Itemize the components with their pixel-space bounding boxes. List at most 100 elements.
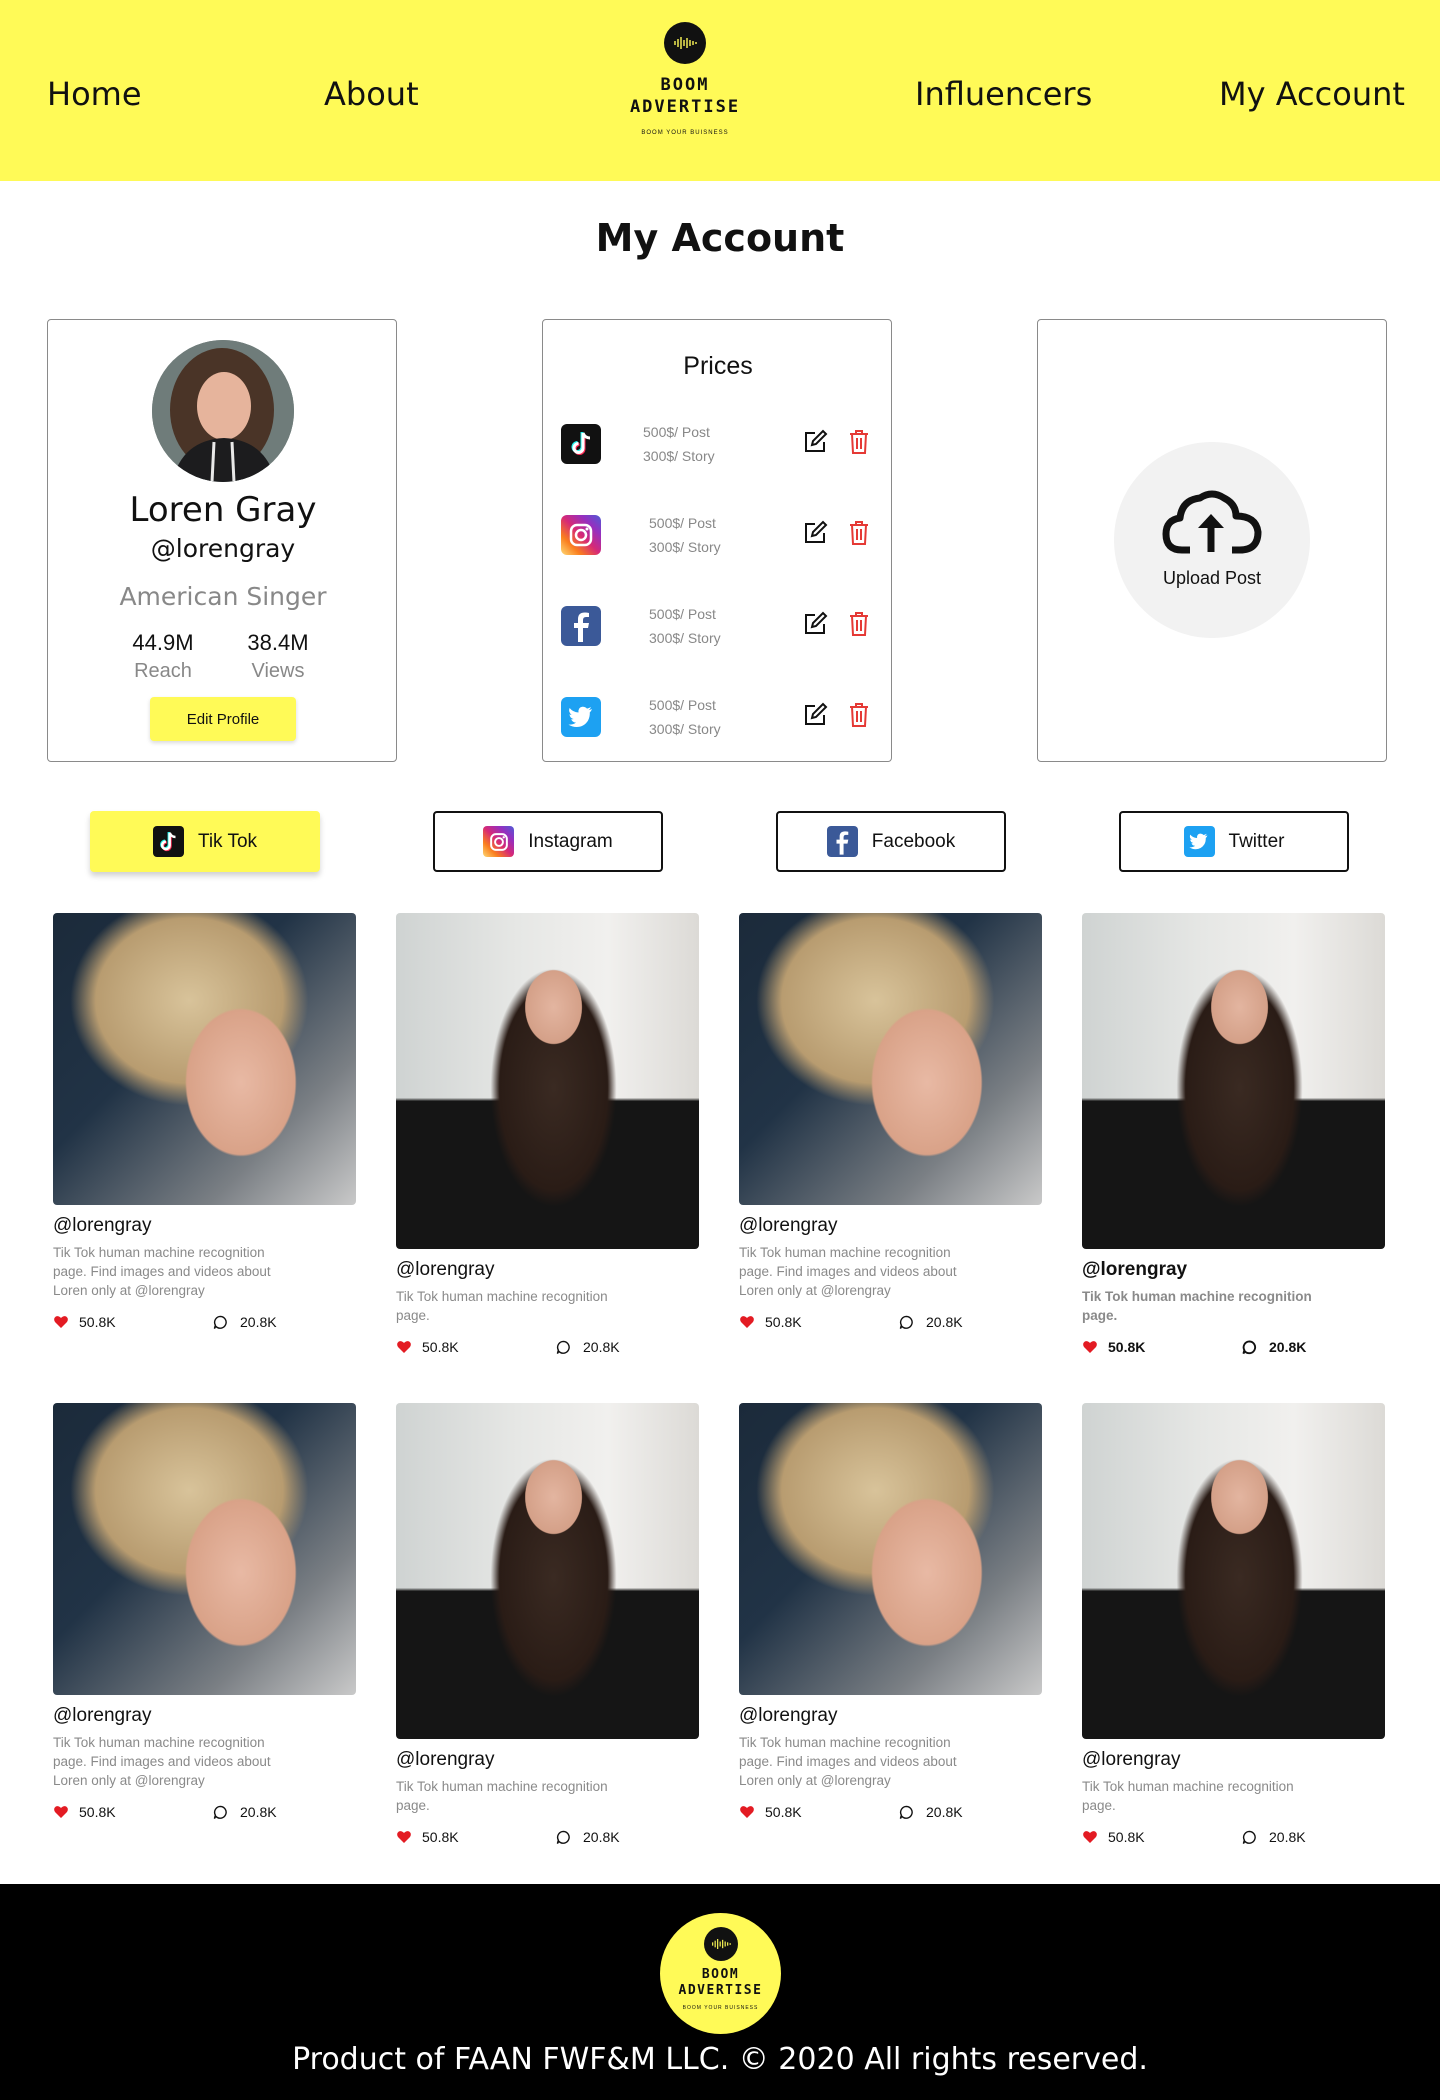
tab-twitter[interactable]: Twitter <box>1119 811 1349 872</box>
price-text: 500$/ Post 300$/ Story <box>649 511 721 559</box>
tiktok-icon <box>561 424 601 464</box>
comments-count[interactable]: 20.8K <box>1242 1339 1306 1355</box>
comments-count[interactable]: 20.8K <box>899 1314 963 1330</box>
comments-count[interactable]: 20.8K <box>899 1804 963 1820</box>
footer-logo[interactable]: BOOM ADVERTISE BOOM YOUR BUISNESS <box>660 1913 781 2034</box>
likes-value: 50.8K <box>79 1314 116 1330</box>
nav-influencers-link[interactable]: Influencers <box>915 72 1092 116</box>
post-image[interactable] <box>739 1403 1042 1695</box>
heart-icon <box>397 1341 411 1353</box>
post-image[interactable] <box>739 913 1042 1205</box>
post-description: Tik Tok human machine recognition page. … <box>739 1245 957 1298</box>
logo-line-1: BOOM <box>660 75 710 95</box>
instagram-icon <box>483 826 515 857</box>
post-handle[interactable]: @lorengray <box>1082 1259 1387 1281</box>
reach-stat: 44.9M Reach <box>103 630 223 683</box>
post-handle[interactable]: @lorengray <box>396 1749 701 1771</box>
trash-icon[interactable] <box>848 519 872 547</box>
footer-copyright: Product of FAAN FWF&M LLC. © 2020 All ri… <box>292 2042 1148 2077</box>
views-label: Views <box>251 660 305 682</box>
post-stats: 50.8K 20.8K <box>396 1339 701 1361</box>
tab-instagram-label: Instagram <box>528 830 613 852</box>
tab-twitter-label: Twitter <box>1228 830 1285 852</box>
comments-count[interactable]: 20.8K <box>556 1339 620 1355</box>
post-price: 500$/ Post <box>649 697 716 713</box>
likes-count[interactable]: 50.8K <box>396 1829 459 1845</box>
reach-label: Reach <box>134 660 192 682</box>
nav-home-link[interactable]: Home <box>47 72 142 116</box>
tab-instagram[interactable]: Instagram <box>433 811 663 872</box>
likes-value: 50.8K <box>765 1804 802 1820</box>
edit-profile-button[interactable]: Edit Profile <box>150 697 296 741</box>
post-handle[interactable]: @lorengray <box>739 1705 1044 1727</box>
post-card[interactable]: @lorengray Tik Tok human machine recogni… <box>396 1403 701 1851</box>
post-image[interactable] <box>53 913 356 1205</box>
comments-count[interactable]: 20.8K <box>1242 1829 1306 1845</box>
story-price: 300$/ Story <box>649 630 721 646</box>
post-image[interactable] <box>1082 1403 1385 1739</box>
comment-icon <box>556 1340 570 1354</box>
post-card[interactable]: @lorengray Tik Tok human machine recogni… <box>1082 913 1387 1361</box>
post-handle[interactable]: @lorengray <box>1082 1749 1387 1771</box>
post-image[interactable] <box>396 913 699 1249</box>
post-card[interactable]: @lorengray Tik Tok human machine recogni… <box>53 913 358 1336</box>
tab-tiktok[interactable]: Tik Tok <box>90 811 320 872</box>
page-title: My Account <box>587 216 858 260</box>
likes-count[interactable]: 50.8K <box>1082 1339 1145 1355</box>
post-handle[interactable]: @lorengray <box>396 1259 701 1281</box>
post-card[interactable]: @lorengray Tik Tok human machine recogni… <box>396 913 701 1361</box>
upload-post-button[interactable]: Upload Post <box>1114 442 1310 638</box>
views-stat: 38.4M Views <box>218 630 338 683</box>
comments-value: 20.8K <box>583 1339 620 1355</box>
likes-value: 50.8K <box>1108 1829 1145 1845</box>
post-card[interactable]: @lorengray Tik Tok human machine recogni… <box>739 1403 1044 1826</box>
upload-post-label: Upload Post <box>1162 568 1262 588</box>
edit-icon[interactable] <box>801 610 829 638</box>
trash-icon[interactable] <box>848 701 872 729</box>
post-handle[interactable]: @lorengray <box>739 1215 1044 1237</box>
comment-icon <box>213 1805 227 1819</box>
post-handle[interactable]: @lorengray <box>53 1705 358 1727</box>
post-stats: 50.8K 20.8K <box>1082 1829 1387 1851</box>
comments-count[interactable]: 20.8K <box>213 1804 277 1820</box>
likes-count[interactable]: 50.8K <box>53 1804 116 1820</box>
story-price: 300$/ Story <box>649 721 721 737</box>
tab-facebook[interactable]: Facebook <box>776 811 1006 872</box>
post-image[interactable] <box>1082 913 1385 1249</box>
post-price: 500$/ Post <box>649 606 716 622</box>
comment-icon <box>899 1315 913 1329</box>
heart-icon <box>54 1806 68 1818</box>
sound-wave-icon <box>703 1927 738 1961</box>
edit-icon[interactable] <box>801 428 829 456</box>
trash-icon[interactable] <box>848 610 872 638</box>
post-image[interactable] <box>53 1403 356 1695</box>
comments-count[interactable]: 20.8K <box>213 1314 277 1330</box>
edit-icon[interactable] <box>801 701 829 729</box>
likes-count[interactable]: 50.8K <box>53 1314 116 1330</box>
edit-icon[interactable] <box>801 519 829 547</box>
likes-count[interactable]: 50.8K <box>1082 1829 1145 1845</box>
likes-count[interactable]: 50.8K <box>739 1314 802 1330</box>
nav-my-account-link[interactable]: My Account <box>1219 72 1405 116</box>
comments-value: 20.8K <box>1269 1339 1307 1355</box>
likes-count[interactable]: 50.8K <box>739 1804 802 1820</box>
comments-value: 20.8K <box>240 1314 277 1330</box>
profile-role: American Singer <box>119 582 327 611</box>
post-card[interactable]: @lorengray Tik Tok human machine recogni… <box>1082 1403 1387 1851</box>
post-card[interactable]: @lorengray Tik Tok human machine recogni… <box>53 1403 358 1826</box>
brand-logo[interactable]: BOOM ADVERTISE BOOM YOUR BUISNESS <box>620 22 750 136</box>
post-price: 500$/ Post <box>649 515 716 531</box>
comments-count[interactable]: 20.8K <box>556 1829 620 1845</box>
price-text: 500$/ Post 300$/ Story <box>649 693 721 741</box>
post-card[interactable]: @lorengray Tik Tok human machine recogni… <box>739 913 1044 1336</box>
post-handle[interactable]: @lorengray <box>53 1215 358 1237</box>
facebook-icon <box>561 606 601 646</box>
post-image[interactable] <box>396 1403 699 1739</box>
post-description: Tik Tok human machine recognition page. <box>396 1779 608 1813</box>
trash-icon[interactable] <box>848 428 872 456</box>
post-stats: 50.8K 20.8K <box>53 1314 358 1336</box>
heart-icon <box>54 1316 68 1328</box>
post-description: Tik Tok human machine recognition page. <box>1082 1779 1294 1813</box>
nav-about-link[interactable]: About <box>324 72 419 116</box>
likes-count[interactable]: 50.8K <box>396 1339 459 1355</box>
